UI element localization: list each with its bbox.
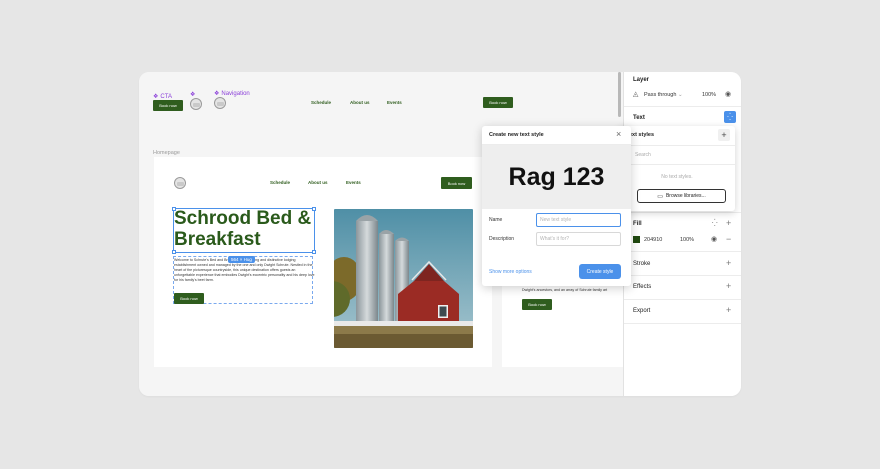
stroke-section-title: Stroke xyxy=(633,261,651,267)
create-text-style-dialog: Create new text style × Rag 123 Name New… xyxy=(482,126,631,286)
navigation-logo[interactable] xyxy=(214,97,226,109)
style-preview: Rag 123 xyxy=(482,145,631,209)
barn-image xyxy=(334,209,473,348)
blend-mode-select[interactable]: Pass through ⌄ xyxy=(644,92,683,98)
browse-libraries-button[interactable]: ▭ Browse libraries... xyxy=(637,189,726,203)
description-label: Description xyxy=(489,236,515,242)
name-label: Name xyxy=(489,217,503,223)
second-frame-book-button[interactable]: Book now xyxy=(522,299,552,310)
resize-handle-tr[interactable] xyxy=(312,207,316,211)
second-frame-text[interactable]: Dwight's ancestors, and an array of Schr… xyxy=(522,288,626,293)
cta-book-button[interactable]: Book now xyxy=(153,100,183,111)
add-stroke-plus-icon[interactable]: + xyxy=(726,259,731,268)
fill-opacity-input[interactable]: 100% xyxy=(680,237,694,243)
homepage-logo[interactable] xyxy=(174,177,186,189)
resize-handle-tl[interactable] xyxy=(172,207,176,211)
logo-component[interactable] xyxy=(190,98,202,110)
homepage-book-nav-button[interactable]: Book now xyxy=(441,177,472,189)
logo-component-label[interactable]: ❖ xyxy=(190,91,195,98)
create-style-button[interactable]: Create style xyxy=(579,264,621,279)
selection-box[interactable] xyxy=(172,207,316,254)
layer-opacity-input[interactable]: 100% xyxy=(702,92,716,98)
effects-section-title: Effects xyxy=(633,284,652,290)
resize-handle-br[interactable] xyxy=(312,250,316,254)
fill-section-title: Fill xyxy=(633,221,642,227)
component-icon: ❖ xyxy=(153,94,159,100)
navigation-component-label[interactable]: ❖ Navigation xyxy=(214,90,250,98)
component-icon: ❖ xyxy=(214,91,220,97)
homepage-nav-schedule[interactable]: Schedule xyxy=(270,180,290,185)
size-badge: 564 × Hug xyxy=(228,256,255,263)
navigation-book-button[interactable]: Book now xyxy=(483,97,513,108)
add-text-style-plus-icon[interactable]: + xyxy=(718,129,730,141)
dialog-title: Create new text style xyxy=(489,132,544,138)
homepage-nav-events[interactable]: Events xyxy=(346,180,361,185)
nav-link-schedule[interactable]: Schedule xyxy=(311,100,331,105)
style-description-input[interactable]: What's it for? xyxy=(536,232,621,246)
add-effect-plus-icon[interactable]: + xyxy=(726,282,731,291)
design-app-window: ❖ CTA Book now ❖ ❖ Navigation Schedule A… xyxy=(139,72,741,396)
remove-fill-minus-icon[interactable]: − xyxy=(726,234,731,244)
style-name-input[interactable]: New text style xyxy=(536,213,621,227)
text-styles-popover: Text styles + ⌕ Search No text styles. ▭… xyxy=(619,126,735,211)
homepage-nav-about[interactable]: About us xyxy=(308,180,328,185)
frame-label[interactable]: Homepage xyxy=(153,150,180,156)
cta-component-label[interactable]: ❖ CTA xyxy=(153,93,172,101)
divider xyxy=(624,275,741,276)
empty-state-text: No text styles. xyxy=(661,174,693,180)
properties-panel: Layer ◬ Pass through ⌄ 100% ◉ Text ⁛ Fil… xyxy=(623,72,741,396)
divider xyxy=(624,212,741,213)
text-styles-grid-icon[interactable]: ⁛ xyxy=(724,111,736,123)
divider xyxy=(619,145,735,146)
text-section-title: Text xyxy=(633,115,645,121)
export-section-title: Export xyxy=(633,308,651,314)
nav-link-events[interactable]: Events xyxy=(387,100,402,105)
book-icon: ▭ xyxy=(657,193,663,200)
fill-visibility-eye-icon[interactable]: ◉ xyxy=(711,235,717,243)
divider xyxy=(624,106,741,107)
fill-styles-grid-icon[interactable]: ⁛ xyxy=(712,219,718,227)
barn-photo[interactable] xyxy=(334,209,473,348)
blend-mode-icon: ◬ xyxy=(633,91,639,98)
canvas-scrollbar[interactable] xyxy=(618,72,621,117)
divider xyxy=(624,299,741,300)
close-icon[interactable]: × xyxy=(616,129,621,139)
component-icon: ❖ xyxy=(190,92,196,98)
divider xyxy=(624,323,741,324)
visibility-eye-icon[interactable]: ◉ xyxy=(725,90,731,98)
show-more-options-link[interactable]: Show more options xyxy=(489,269,532,275)
chevron-down-icon: ⌄ xyxy=(677,92,683,98)
hero-book-button[interactable]: Book now xyxy=(174,293,204,304)
fill-color-swatch[interactable] xyxy=(633,236,640,243)
resize-handle-bl[interactable] xyxy=(172,250,176,254)
divider xyxy=(624,251,741,252)
fill-hex-input[interactable]: 204910 xyxy=(644,237,662,243)
add-export-plus-icon[interactable]: + xyxy=(726,306,731,315)
text-styles-search-input[interactable]: Search xyxy=(635,152,651,158)
layer-section-title: Layer xyxy=(633,77,650,83)
preview-text: Rag 123 xyxy=(508,162,605,191)
add-fill-plus-icon[interactable]: + xyxy=(726,219,731,228)
divider xyxy=(619,164,735,165)
nav-link-about[interactable]: About us xyxy=(350,100,370,105)
